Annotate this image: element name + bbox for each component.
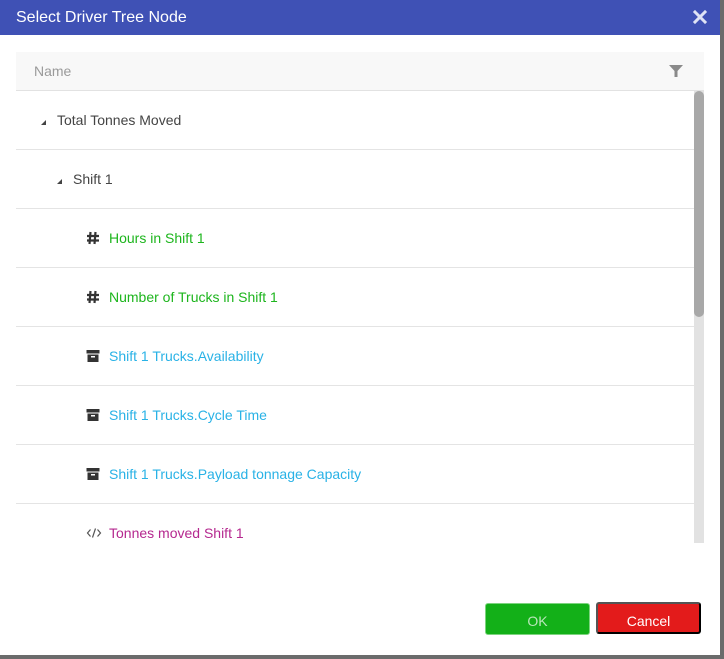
expand-collapse-icon[interactable] bbox=[39, 115, 49, 125]
close-icon bbox=[692, 9, 708, 25]
tree-row[interactable]: Shift 1 bbox=[16, 150, 694, 209]
dialog-titlebar: Select Driver Tree Node bbox=[0, 0, 720, 35]
column-header-name[interactable]: Name bbox=[34, 63, 71, 79]
scrollbar-track[interactable] bbox=[694, 91, 704, 543]
tree-node-label[interactable]: Number of Trucks in Shift 1 bbox=[109, 289, 278, 305]
cancel-button[interactable]: Cancel bbox=[596, 602, 701, 634]
tree-row[interactable]: Shift 1 Trucks.Availability bbox=[16, 327, 694, 386]
archive-box-icon bbox=[86, 349, 100, 363]
tree-node-label[interactable]: Shift 1 Trucks.Cycle Time bbox=[109, 407, 267, 423]
code-icon bbox=[86, 526, 102, 540]
select-driver-tree-node-dialog: Select Driver Tree Node Name Total Tonne… bbox=[0, 0, 720, 655]
tree-row[interactable]: Total Tonnes Moved bbox=[16, 91, 694, 150]
tree-row[interactable]: Tonnes moved Shift 1 bbox=[16, 504, 694, 543]
filter-icon bbox=[669, 65, 683, 77]
tree-node-label[interactable]: Shift 1 Trucks.Payload tonnage Capacity bbox=[109, 466, 361, 482]
tree-node-label[interactable]: Tonnes moved Shift 1 bbox=[109, 525, 244, 541]
tree-node-label[interactable]: Hours in Shift 1 bbox=[109, 230, 205, 246]
tree-list: Total Tonnes Moved Shift 1 Hours in Shift … bbox=[16, 91, 694, 543]
archive-box-icon bbox=[86, 467, 100, 481]
tree-row[interactable]: Shift 1 Trucks.Payload tonnage Capacity bbox=[16, 445, 694, 504]
scrollbar-thumb[interactable] bbox=[694, 91, 704, 317]
dialog-title: Select Driver Tree Node bbox=[16, 9, 187, 26]
filter-button[interactable] bbox=[669, 64, 683, 78]
expand-collapse-icon[interactable] bbox=[55, 174, 65, 184]
tree-node-label[interactable]: Shift 1 bbox=[73, 171, 113, 187]
hash-icon bbox=[86, 231, 100, 245]
tree-row[interactable]: Shift 1 Trucks.Cycle Time bbox=[16, 386, 694, 445]
archive-box-icon bbox=[86, 408, 100, 422]
close-button[interactable] bbox=[690, 7, 710, 27]
ok-button[interactable]: OK bbox=[485, 603, 590, 635]
tree-node-label[interactable]: Shift 1 Trucks.Availability bbox=[109, 348, 264, 364]
tree-row[interactable]: Hours in Shift 1 bbox=[16, 209, 694, 268]
tree-row[interactable]: Number of Trucks in Shift 1 bbox=[16, 268, 694, 327]
grid-header: Name bbox=[16, 52, 704, 91]
hash-icon bbox=[86, 290, 100, 304]
tree-node-label[interactable]: Total Tonnes Moved bbox=[57, 112, 181, 128]
